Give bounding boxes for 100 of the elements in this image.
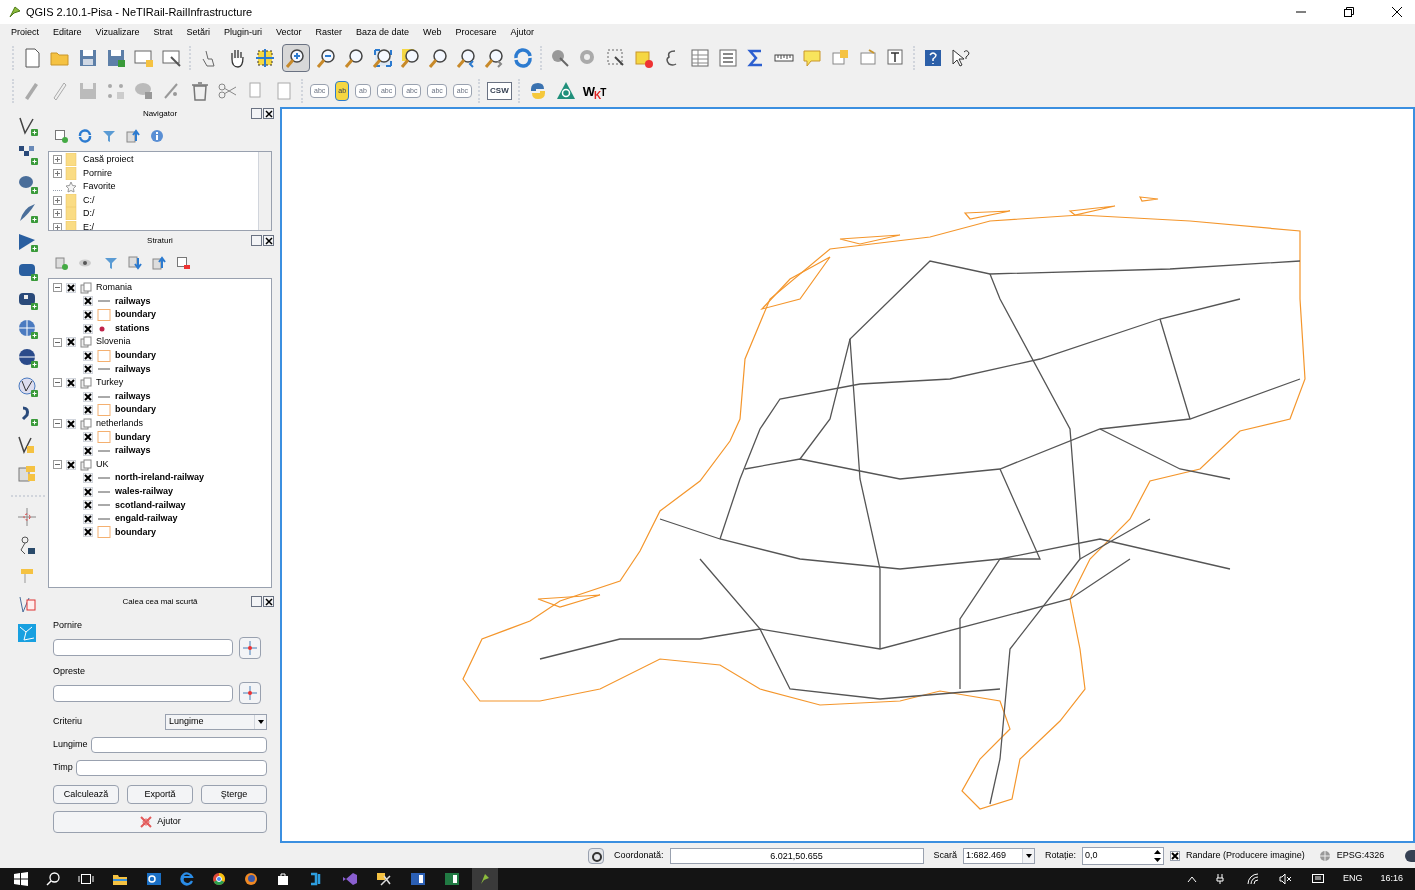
close-icon[interactable]: [263, 235, 274, 246]
info-icon[interactable]: [150, 129, 164, 143]
add-database-layer-icon[interactable]: [17, 173, 39, 195]
notifications-icon[interactable]: [1310, 873, 1325, 885]
layer-checkbox[interactable]: [66, 337, 76, 348]
stop-field[interactable]: [53, 684, 233, 702]
layer-group-name[interactable]: UK: [96, 457, 109, 472]
menu-item[interactable]: Editare: [46, 25, 89, 40]
layout-manager-icon[interactable]: [161, 47, 183, 69]
add-web-layer-icon[interactable]: [17, 347, 39, 369]
whats-this-icon[interactable]: [950, 47, 972, 69]
layer-checkbox[interactable]: [83, 364, 93, 375]
layer-group-name[interactable]: Turkey: [96, 376, 124, 390]
zoom-next-icon[interactable]: [484, 47, 506, 69]
expand-toggle[interactable]: [53, 168, 62, 178]
add-vector-layer-icon[interactable]: [17, 115, 39, 137]
action-button[interactable]: Exportă: [127, 785, 193, 804]
layer-name[interactable]: stations: [115, 321, 150, 336]
save-as-icon[interactable]: [105, 47, 127, 69]
coordinate-field[interactable]: 6.021,50.655: [669, 847, 924, 864]
zoom-in-button[interactable]: [282, 44, 310, 72]
cut-icon[interactable]: [217, 80, 239, 102]
add-wms-layer-icon[interactable]: [17, 231, 39, 253]
caret-up-icon[interactable]: [1186, 875, 1197, 883]
expand-toggle[interactable]: [53, 337, 62, 347]
add-globe-layer-icon[interactable]: [17, 318, 39, 340]
layer-checkbox[interactable]: [83, 350, 93, 361]
speaker-muted-icon[interactable]: [1278, 873, 1293, 885]
navigator-item[interactable]: E:/: [83, 220, 94, 230]
layer-group-name[interactable]: Slovenia: [96, 335, 131, 349]
menu-item[interactable]: Vector: [268, 25, 309, 40]
active-app-tile[interactable]: [472, 868, 498, 890]
expand-toggle[interactable]: [53, 195, 62, 205]
float-icon[interactable]: [251, 108, 262, 119]
start-icon[interactable]: [14, 872, 28, 886]
filter-icon[interactable]: [102, 129, 116, 143]
navigator-item[interactable]: Casă proiect: [83, 153, 134, 167]
network-icon[interactable]: [17, 623, 39, 645]
layer-checkbox[interactable]: [83, 432, 93, 443]
expand-icon[interactable]: [128, 256, 142, 270]
menu-item[interactable]: Vizualizare: [88, 25, 147, 40]
layer-name[interactable]: wales-railway: [115, 484, 174, 499]
navigator-item[interactable]: Pornire: [83, 166, 112, 180]
zoom-full-icon[interactable]: [372, 47, 394, 69]
zoom-last-icon[interactable]: [456, 47, 478, 69]
zoom-actual-size-icon[interactable]: [344, 47, 366, 69]
language-indicator[interactable]: ENG: [1342, 872, 1363, 886]
messages-icon[interactable]: [588, 847, 604, 864]
close-icon[interactable]: [1391, 6, 1403, 18]
layer-name[interactable]: boundary: [115, 308, 156, 322]
add-wfs-layer-icon[interactable]: [17, 376, 39, 398]
layer-group-name[interactable]: netherlands: [96, 417, 144, 431]
navigator-item[interactable]: Favorite: [83, 180, 116, 194]
layer-checkbox[interactable]: [83, 405, 93, 416]
layer-checkbox[interactable]: [83, 486, 93, 497]
zoom-to-selection-icon[interactable]: [400, 47, 422, 69]
expand-toggle[interactable]: [53, 209, 62, 219]
layer-name[interactable]: boundary: [115, 525, 156, 540]
close-icon[interactable]: [263, 596, 274, 607]
menu-item[interactable]: Plugin-uri: [216, 25, 269, 40]
rotation-spinbox[interactable]: 0,0: [1082, 846, 1165, 865]
browser-icon[interactable]: [244, 872, 258, 886]
attribute-table-icon[interactable]: [689, 47, 711, 69]
clock[interactable]: 16:16: [1380, 872, 1403, 886]
layer-checkbox[interactable]: [83, 323, 93, 334]
layer-checkbox[interactable]: [83, 445, 93, 456]
identify-icon[interactable]: [549, 47, 571, 69]
folder-icon[interactable]: [112, 872, 128, 886]
layer-checkbox[interactable]: [66, 282, 76, 293]
add-text-layer-icon[interactable]: [17, 202, 39, 224]
refresh-icon[interactable]: [512, 47, 534, 69]
expand-toggle[interactable]: [53, 460, 62, 469]
crs-label[interactable]: EPSG:4326: [1336, 848, 1385, 863]
expand-toggle[interactable]: [53, 222, 62, 230]
help-icon[interactable]: [922, 47, 944, 69]
collapse-icon[interactable]: [126, 129, 140, 143]
save-icon[interactable]: [77, 47, 99, 69]
crosshair-button[interactable]: [239, 636, 261, 659]
time-field[interactable]: [75, 760, 267, 776]
layer-checkbox[interactable]: [83, 527, 93, 538]
search-icon[interactable]: [46, 872, 60, 886]
document-app-icon[interactable]: [410, 872, 426, 886]
layer-checkbox[interactable]: [83, 310, 93, 320]
crosshair-icon[interactable]: [17, 507, 39, 529]
layer-checkbox[interactable]: [66, 459, 76, 470]
layer-name[interactable]: railways: [115, 362, 151, 377]
layer-name[interactable]: boundary: [115, 403, 156, 417]
delete-icon[interactable]: [189, 80, 211, 102]
task-view-icon[interactable]: [78, 873, 94, 885]
layer-checkbox[interactable]: [83, 391, 93, 402]
menu-item[interactable]: Ajutor: [503, 25, 541, 40]
expand-toggle[interactable]: [53, 419, 62, 429]
expand-toggle[interactable]: [53, 283, 62, 293]
start-field[interactable]: [53, 639, 233, 656]
menu-item[interactable]: Strat: [146, 25, 180, 40]
refresh-icon[interactable]: [78, 129, 92, 143]
add-raster-layer-icon[interactable]: [17, 144, 39, 166]
length-field[interactable]: [90, 737, 267, 753]
layer-checkbox[interactable]: [66, 377, 76, 388]
layer-name[interactable]: engald-railway: [115, 512, 178, 526]
